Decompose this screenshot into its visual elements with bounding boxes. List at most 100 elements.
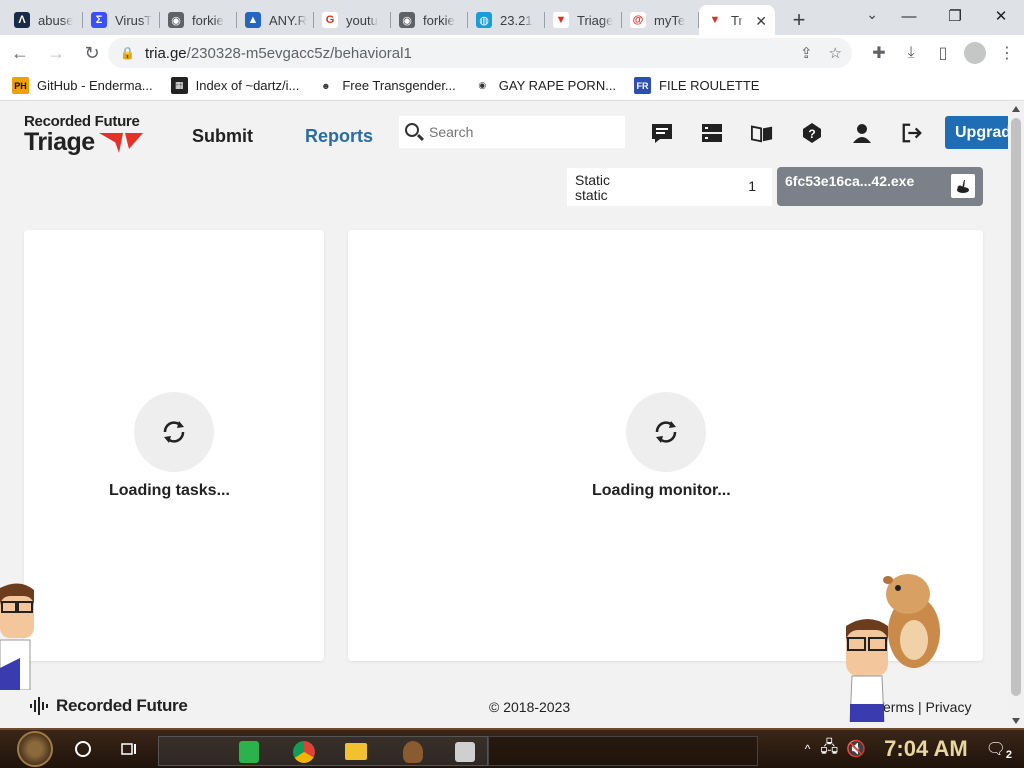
upgrade-button[interactable]: Upgrad xyxy=(945,116,1008,149)
minimize-button[interactable]: — xyxy=(886,0,932,32)
browser-toolbar: ← → ↻ 🔒 tria.ge/230328-m5evgacc5z/behavi… xyxy=(0,35,1024,71)
reload-button[interactable]: ↻ xyxy=(76,37,108,69)
page-content: Recorded Future Triage Submit Reports Se… xyxy=(0,102,1008,728)
site-header: Recorded Future Triage Submit Reports Se… xyxy=(0,102,1008,162)
profile-avatar[interactable] xyxy=(964,39,986,67)
tab-search-icon[interactable]: ⌄ xyxy=(866,6,878,23)
search-icon xyxy=(405,123,419,137)
user-icon[interactable] xyxy=(851,122,873,144)
tab-title: myTe xyxy=(654,12,686,28)
windows-taskbar: ^ 🖧 🔇 7:04 AM 🗨 2 xyxy=(0,728,1024,768)
close-tab-icon[interactable]: ✕ xyxy=(755,13,767,30)
docs-book-icon[interactable] xyxy=(751,122,773,144)
start-button[interactable] xyxy=(12,730,58,768)
browser-tab[interactable]: ▼ Tr ✕ xyxy=(699,5,775,35)
bookmark-label: Free Transgender... xyxy=(342,78,456,93)
tab-title: abuse xyxy=(38,12,74,28)
notification-count: 2 xyxy=(1005,749,1012,761)
search-box[interactable] xyxy=(399,116,625,148)
close-window-button[interactable]: ✕ xyxy=(978,0,1024,32)
tab-title: Triage xyxy=(577,12,614,28)
taskbar-spacer xyxy=(488,736,758,766)
extensions-icon[interactable]: ✚ xyxy=(868,39,890,67)
bookmark-item[interactable]: ◉ GAY RAPE PORN... xyxy=(473,77,617,94)
browser-tab[interactable]: Σ VirusT xyxy=(83,5,160,35)
recorded-future-mark-icon xyxy=(30,697,48,715)
notification-icon[interactable]: 🗨 2 xyxy=(986,739,1012,761)
triage-logo[interactable]: Recorded Future Triage xyxy=(24,113,143,157)
bookmark-star-icon[interactable]: ☆ xyxy=(829,44,842,62)
back-button[interactable]: ← xyxy=(4,37,36,69)
tab-favicon-icon: Λ xyxy=(14,12,30,28)
bookmark-favicon-icon: ☻ xyxy=(317,77,335,94)
tab-favicon-icon: Σ xyxy=(91,12,107,28)
file-explorer-icon[interactable] xyxy=(345,743,367,760)
side-panel-icon[interactable]: ▯ xyxy=(932,39,954,67)
bookmark-item[interactable]: FR FILE ROULETTE xyxy=(634,77,759,94)
menu-icon[interactable]: ⋮ xyxy=(996,39,1018,67)
bookmark-item[interactable]: ☻ Free Transgender... xyxy=(317,77,456,94)
task-view-icon[interactable] xyxy=(106,730,152,768)
bookmark-label: GAY RAPE PORN... xyxy=(498,78,617,93)
static-label: Static xyxy=(575,172,611,188)
lock-icon[interactable]: 🔒 xyxy=(120,46,135,60)
help-icon[interactable]: ? xyxy=(801,122,823,144)
restore-button[interactable]: ❐ xyxy=(932,0,978,32)
sample-file-tab[interactable]: 6fc53e16ca...42.exe xyxy=(777,167,983,206)
system-tray: ^ 🖧 🔇 7:04 AM 🗨 2 xyxy=(805,730,1024,768)
static-analysis-box[interactable]: Static static 1 xyxy=(567,168,772,206)
browser-tab[interactable]: ▼ Triage xyxy=(545,5,622,35)
footer-logo-text: Recorded Future xyxy=(56,696,188,715)
share-icon[interactable]: ⇪ xyxy=(800,44,813,62)
bookmark-item[interactable]: ▦ Index of ~dartz/i... xyxy=(170,77,299,94)
window-controls: — ❐ ✕ xyxy=(886,0,1024,32)
scroll-down-icon[interactable] xyxy=(1012,718,1020,724)
tab-favicon-icon: @ xyxy=(630,12,646,28)
nav-reports-link[interactable]: Reports xyxy=(305,126,373,147)
volume-muted-icon[interactable]: 🔇 xyxy=(846,739,866,759)
toolbar-actions: ✚ ⤓ ▯ ⋮ xyxy=(868,39,1018,67)
network-icon[interactable]: 🖧 xyxy=(820,736,838,763)
static-sublabel: static xyxy=(575,187,608,203)
bookmark-item[interactable]: PH GitHub - Enderma... xyxy=(12,77,153,94)
address-bar[interactable]: 🔒 tria.ge/230328-m5evgacc5z/behavioral1 … xyxy=(108,38,852,68)
hamster-app-icon[interactable] xyxy=(403,741,423,763)
search-circle-icon[interactable] xyxy=(60,730,106,768)
sample-file-name: 6fc53e16ca...42.exe xyxy=(785,173,915,189)
nav-submit-link[interactable]: Submit xyxy=(192,126,253,147)
browser-tab[interactable]: ◉ forkie xyxy=(391,5,468,35)
download-icon[interactable]: ⤓ xyxy=(900,39,922,67)
browser-tab[interactable]: Gyoutu xyxy=(314,5,391,35)
notes-app-icon[interactable] xyxy=(239,741,259,763)
search-input[interactable] xyxy=(429,124,609,140)
browser-tab[interactable]: @ myTe xyxy=(622,5,699,35)
tab-strip: Λabuse Σ VirusT ◉ forkie ▲ ANY.R Gyoutu ◉ forkie ◍… xyxy=(0,0,1024,35)
browser-tab[interactable]: ◉ forkie xyxy=(160,5,237,35)
loading-spinner-icon xyxy=(626,392,706,472)
logout-icon[interactable] xyxy=(901,122,923,144)
tab-favicon-icon: ◍ xyxy=(476,12,492,28)
browser-tab[interactable]: ◍ 23.21 xyxy=(468,5,545,35)
page-scrollbar[interactable] xyxy=(1008,102,1024,728)
taskbar-pinned-apps xyxy=(158,736,488,766)
scrollbar-thumb[interactable] xyxy=(1011,118,1021,696)
chrome-icon[interactable] xyxy=(293,741,315,763)
scroll-up-icon[interactable] xyxy=(1012,106,1020,112)
bookmark-favicon-icon: FR xyxy=(634,77,652,94)
loading-spinner-icon xyxy=(134,392,214,472)
server-icon[interactable] xyxy=(701,122,723,144)
tab-favicon-icon: G xyxy=(322,12,338,28)
tray-overflow-icon[interactable]: ^ xyxy=(805,742,811,756)
taskbar-clock[interactable]: 7:04 AM xyxy=(884,736,968,762)
chat-icon[interactable] xyxy=(651,122,673,144)
tab-title: forkie xyxy=(423,12,455,28)
new-tab-button[interactable]: + xyxy=(785,6,813,34)
tab-favicon-icon: ◉ xyxy=(399,12,415,28)
browser-tab[interactable]: Λabuse xyxy=(6,5,83,35)
browser-tab[interactable]: ▲ ANY.R xyxy=(237,5,314,35)
privacy-link[interactable]: Privacy xyxy=(926,699,972,715)
header-icons: ? xyxy=(651,122,923,144)
forward-button[interactable]: → xyxy=(40,37,72,69)
app-icon[interactable] xyxy=(455,742,475,762)
footer-logo[interactable]: Recorded Future xyxy=(30,696,188,716)
